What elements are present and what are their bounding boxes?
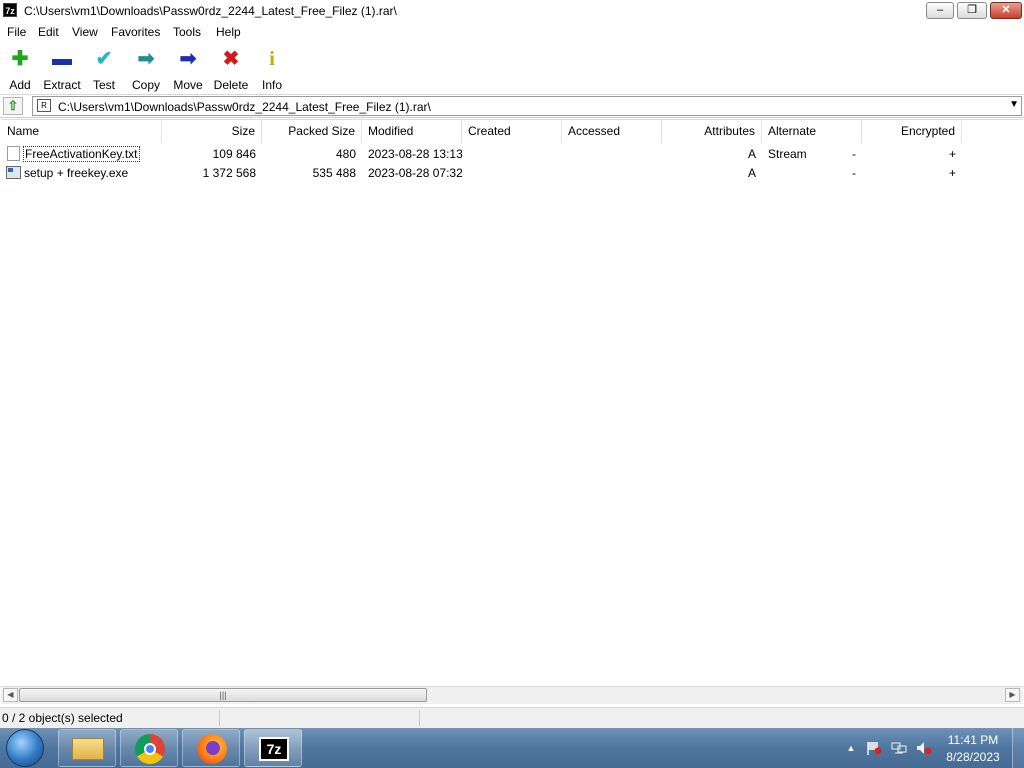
extract-label: Extract <box>43 78 81 92</box>
file-size: 109 846 <box>212 147 256 161</box>
tray-overflow-icon[interactable]: ▲ <box>843 741 859 755</box>
status-bar: 0 / 2 object(s) selected <box>0 707 1024 728</box>
delete-label: Delete <box>213 78 249 92</box>
file-encrypted: + <box>948 166 956 180</box>
up-folder-button[interactable]: ⇧ <box>3 97 23 115</box>
minus-icon: ▬ <box>52 48 72 70</box>
address-bar: ⇧ R C:\Users\vm1\Downloads\Passw0rdz_224… <box>0 95 1024 118</box>
7zip-app-icon[interactable]: 7z <box>3 3 17 17</box>
chrome-icon <box>135 734 165 764</box>
scrollbar-thumb[interactable]: ||| <box>19 688 427 702</box>
scroll-right-icon[interactable]: ▶ <box>1005 688 1020 702</box>
menu-tools[interactable]: Tools <box>173 25 201 39</box>
file-encrypted: + <box>948 147 956 161</box>
move-button[interactable]: ➡ Move <box>166 46 210 92</box>
status-divider <box>219 710 220 726</box>
file-attributes: A <box>747 166 756 180</box>
copy-label: Copy <box>131 78 160 92</box>
horizontal-scrollbar[interactable]: ◀ ||| ▶ <box>1 686 1023 704</box>
move-arrow-icon: ➡ <box>179 48 197 70</box>
menu-bar: File Edit View Favorites Tools Help <box>0 22 1024 42</box>
file-size: 1 372 568 <box>202 166 256 180</box>
file-modified: 2023-08-28 07:32 <box>368 166 463 180</box>
scroll-left-icon[interactable]: ◀ <box>3 688 18 702</box>
taskbar-explorer-button[interactable] <box>58 729 116 767</box>
close-button[interactable]: ✕ <box>990 2 1022 19</box>
address-field[interactable]: R C:\Users\vm1\Downloads\Passw0rdz_2244_… <box>32 96 1022 116</box>
volume-muted-icon[interactable] <box>916 741 932 755</box>
file-packed-size: 535 488 <box>312 166 356 180</box>
window-title: C:\Users\vm1\Downloads\Passw0rdz_2244_La… <box>24 4 397 18</box>
column-header-size[interactable]: Size <box>162 120 262 143</box>
status-divider <box>419 710 420 726</box>
copy-button[interactable]: ➡ Copy <box>124 46 168 92</box>
move-label: Move <box>173 78 203 92</box>
copy-arrow-icon: ➡ <box>137 48 155 70</box>
folder-icon <box>72 738 104 760</box>
executable-icon <box>6 166 21 179</box>
file-name[interactable]: setup + freekey.exe <box>24 166 128 180</box>
menu-view[interactable]: View <box>72 25 98 39</box>
check-icon: ✔ <box>95 48 113 70</box>
toolbar: ✚ Add ▬ Extract ✔ Test ➡ Copy ➡ Move ✖ D… <box>0 42 1024 95</box>
add-button[interactable]: ✚ Add <box>0 46 42 92</box>
clock-date[interactable]: 8/28/2023 <box>942 750 1004 764</box>
plus-icon: ✚ <box>11 48 29 70</box>
selection-status: 0 / 2 object(s) selected <box>2 711 123 725</box>
column-header-attributes[interactable]: Attributes <box>662 120 762 143</box>
test-label: Test <box>92 78 115 92</box>
address-dropdown-icon[interactable]: ▼ <box>1009 99 1019 110</box>
firefox-icon <box>197 734 227 764</box>
extract-button[interactable]: ▬ Extract <box>40 46 84 92</box>
column-header-name[interactable]: Name <box>1 120 162 143</box>
info-icon: i <box>269 48 275 70</box>
file-modified: 2023-08-28 13:13 <box>368 147 463 161</box>
menu-help[interactable]: Help <box>216 25 241 39</box>
taskbar-firefox-button[interactable] <box>182 729 240 767</box>
column-header-modified[interactable]: Modified <box>362 120 462 143</box>
menu-file[interactable]: File <box>7 25 26 39</box>
taskbar-7zip-button[interactable]: 7z <box>244 729 302 767</box>
clock-time[interactable]: 11:41 PM <box>942 733 1004 747</box>
table-row[interactable]: FreeActivationKey.txt 109 846 480 2023-0… <box>1 145 1001 163</box>
menu-edit[interactable]: Edit <box>38 25 59 39</box>
add-label: Add <box>9 78 31 92</box>
info-label: Info <box>261 78 282 92</box>
file-attributes: A <box>747 147 756 161</box>
menu-favorites[interactable]: Favorites <box>111 25 160 39</box>
column-header-accessed[interactable]: Accessed <box>562 120 662 143</box>
file-alternate-stream: - <box>852 147 856 161</box>
text-file-icon <box>7 146 20 161</box>
test-button[interactable]: ✔ Test <box>82 46 126 92</box>
file-packed-size: 480 <box>335 147 356 161</box>
column-header-created[interactable]: Created <box>462 120 562 143</box>
column-header-packed-size[interactable]: Packed Size <box>262 120 362 143</box>
info-button[interactable]: i Info <box>250 46 294 92</box>
maximize-button[interactable]: ❐ <box>957 2 987 19</box>
start-button[interactable] <box>6 729 44 767</box>
address-path[interactable]: C:\Users\vm1\Downloads\Passw0rdz_2244_La… <box>58 100 431 114</box>
network-icon[interactable] <box>891 741 907 755</box>
action-center-flag-icon[interactable] <box>866 741 882 755</box>
show-desktop-button[interactable] <box>1012 728 1024 768</box>
table-row[interactable]: setup + freekey.exe 1 372 568 535 488 20… <box>1 164 1001 182</box>
minimize-button[interactable]: ‒ <box>926 2 954 19</box>
file-list[interactable]: Name Size Packed Size Modified Created A… <box>1 119 1023 688</box>
file-alternate-stream: - <box>852 166 856 180</box>
taskbar: 7z ▲ 11:41 PM 8/28/2023 <box>0 728 1024 768</box>
archive-icon: R <box>37 99 51 112</box>
7zip-icon: 7z <box>259 737 289 761</box>
column-header-encrypted[interactable]: Encrypted <box>862 120 962 143</box>
title-bar: 7z C:\Users\vm1\Downloads\Passw0rdz_2244… <box>0 0 1024 23</box>
taskbar-chrome-button[interactable] <box>120 729 178 767</box>
delete-x-icon: ✖ <box>222 48 240 70</box>
file-name[interactable]: FreeActivationKey.txt <box>23 146 140 162</box>
delete-button[interactable]: ✖ Delete <box>209 46 253 92</box>
column-header-alternate-stream[interactable]: Alternate Stream <box>762 120 862 161</box>
